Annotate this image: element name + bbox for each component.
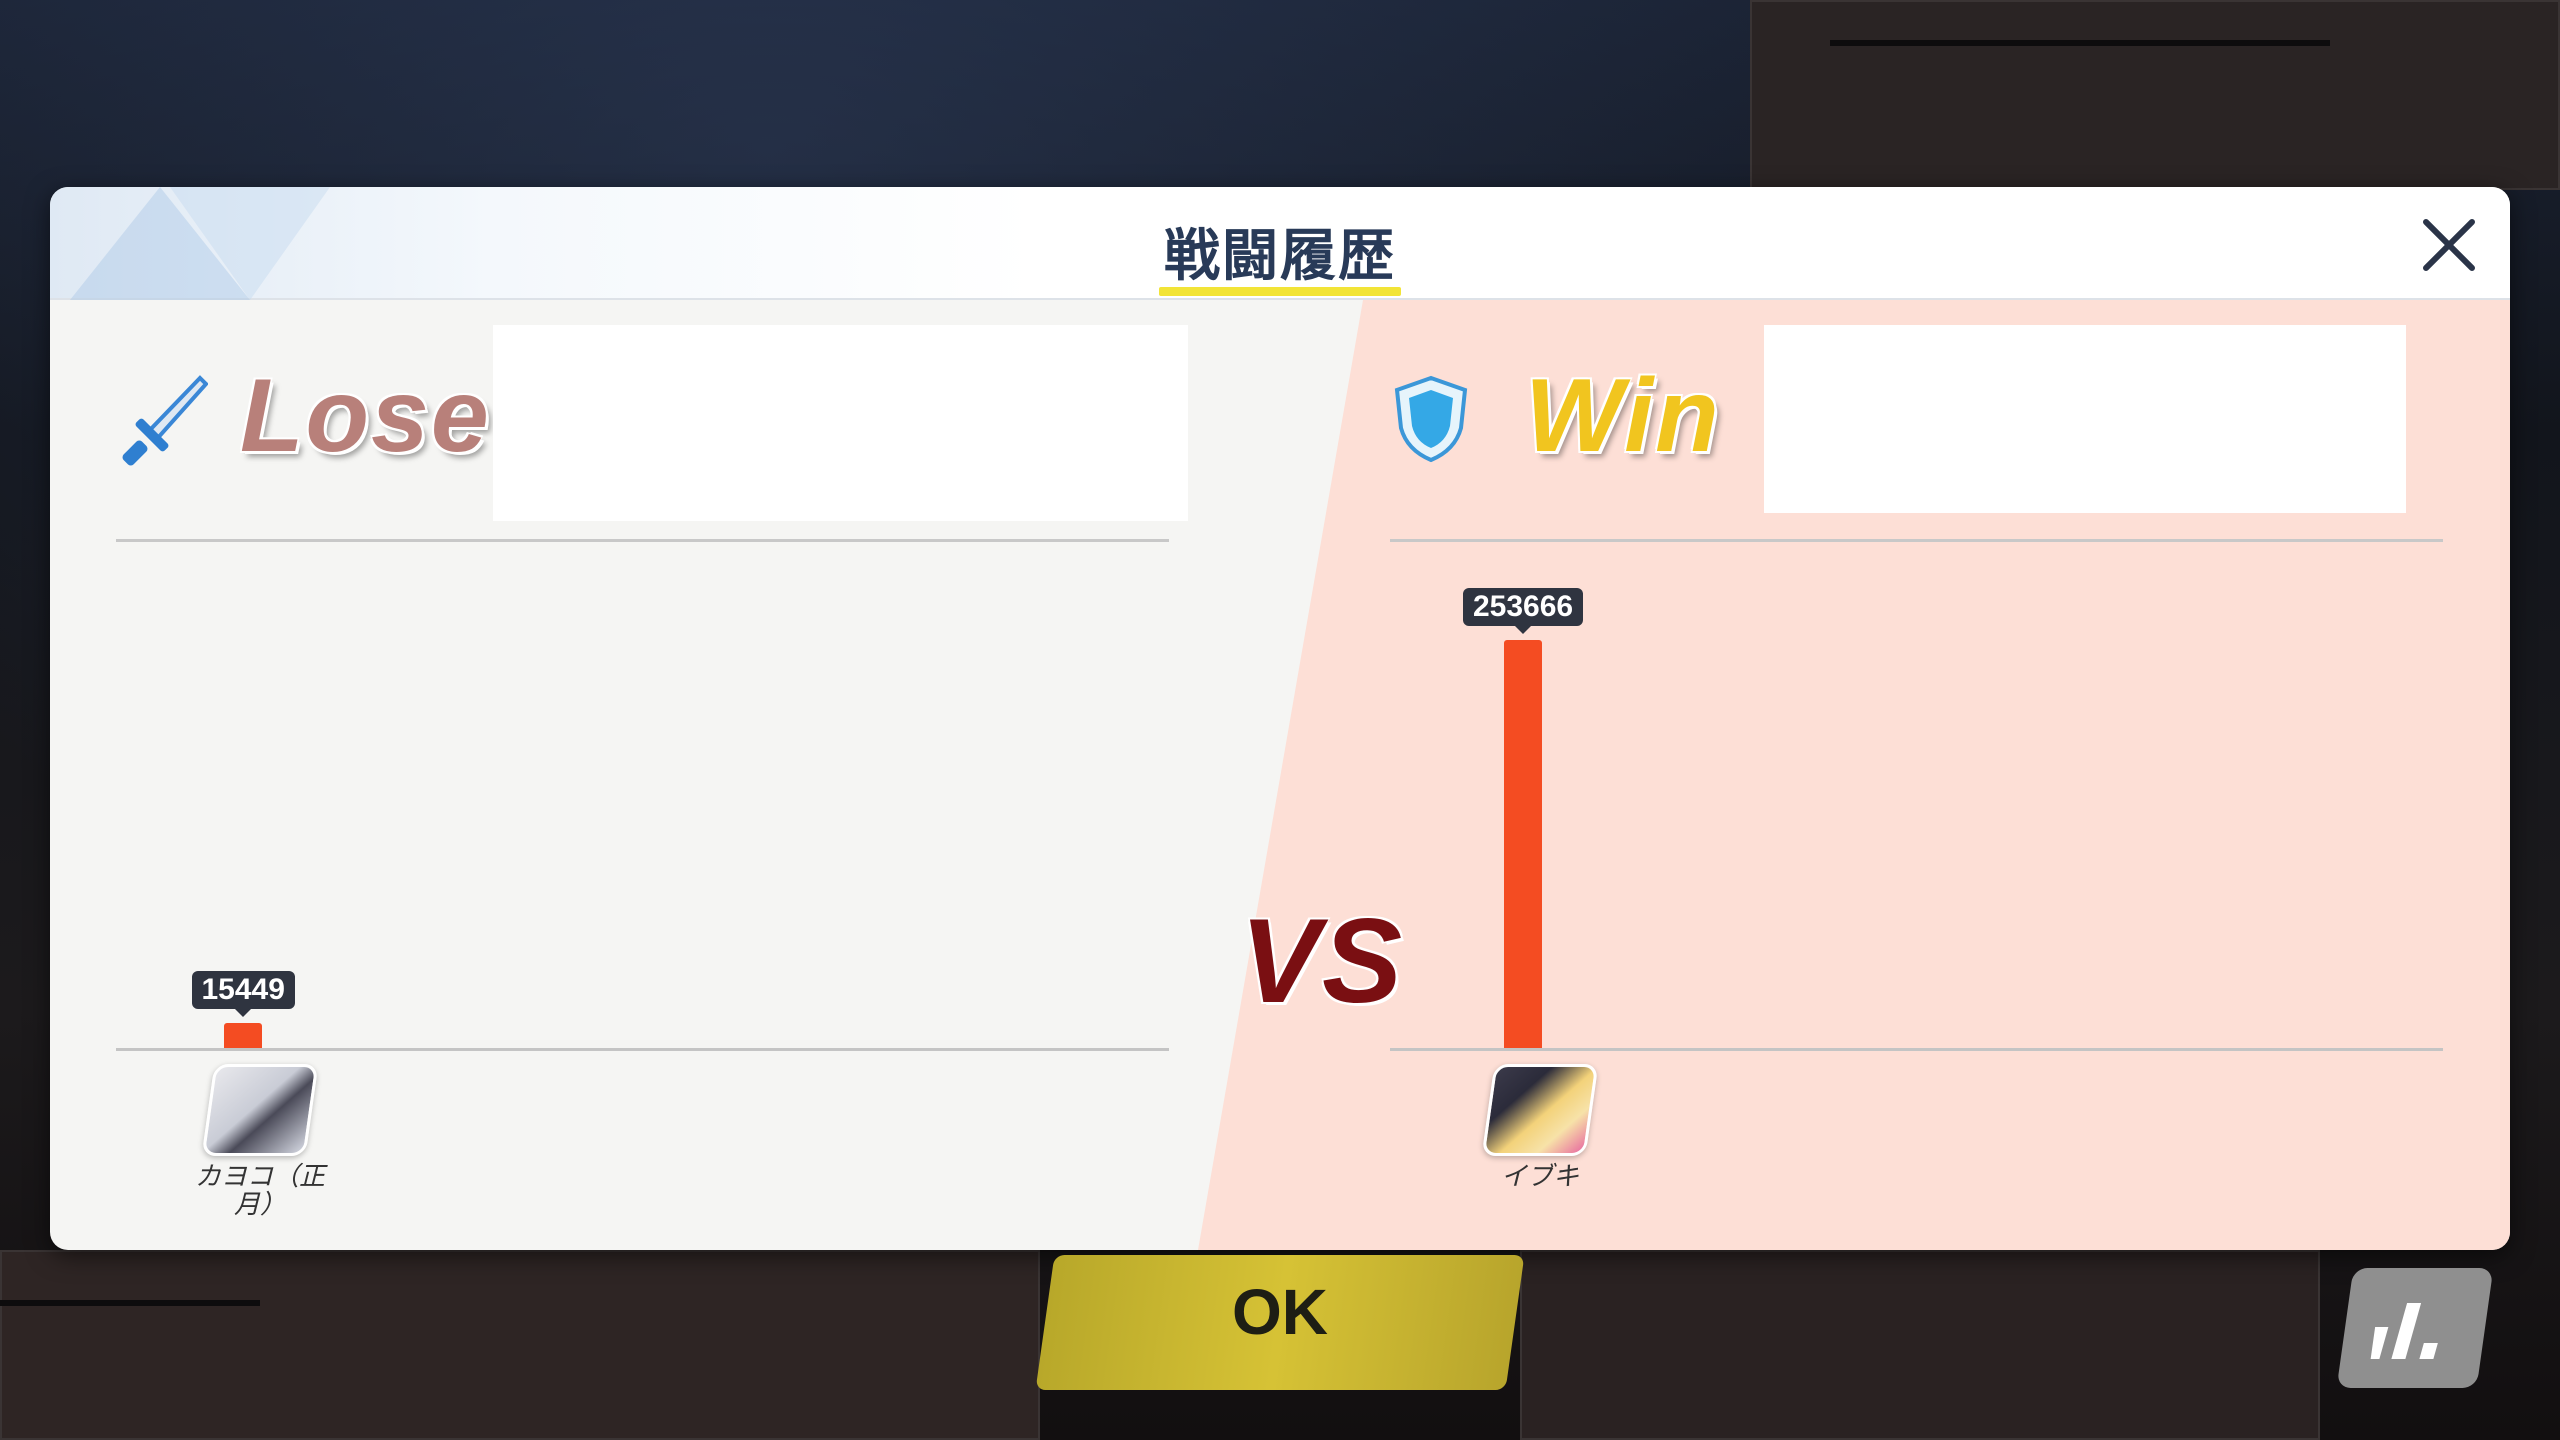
- background-building: [0, 1250, 1040, 1440]
- lose-player-name-box: [493, 325, 1188, 521]
- lose-character-name-line2: 月）: [233, 1189, 286, 1219]
- shield-icon: [1393, 374, 1469, 469]
- bar-chart-icon: [2370, 1303, 2438, 1359]
- vs-label: VS: [1240, 894, 1405, 1028]
- lose-character-name-line1: カヨコ（正: [194, 1161, 325, 1191]
- background-railing: [1830, 40, 2330, 46]
- win-label: Win: [1525, 358, 1721, 474]
- win-player-name-box: [1764, 325, 2406, 513]
- win-chart-baseline: [1390, 1048, 2443, 1051]
- sword-icon: [118, 374, 209, 479]
- stats-button[interactable]: [2336, 1268, 2494, 1388]
- background-building: [1520, 1250, 2320, 1440]
- background-building: [1750, 0, 2560, 190]
- win-damage-bar: [1504, 640, 1542, 1048]
- close-button[interactable]: [2418, 214, 2480, 276]
- win-character-name: イブキ: [1500, 1161, 1579, 1191]
- lose-label: Lose: [240, 358, 491, 474]
- avatar-kayoko[interactable]: [201, 1064, 319, 1156]
- dialog-title: 戦闘履歴: [1164, 224, 1396, 287]
- avatar-ibuki[interactable]: [1481, 1064, 1599, 1156]
- ok-button-label: OK: [1232, 1276, 1328, 1348]
- lose-divider: [116, 539, 1169, 542]
- win-damage-value: 253666: [1463, 588, 1584, 634]
- background-railing: [0, 1300, 260, 1306]
- close-icon: [2423, 219, 2475, 271]
- battle-history-dialog: 戦闘履歴 Lose Win VS 15449 カヨコ（正 月） 253666 イ…: [50, 187, 2510, 1250]
- lose-character-name: カヨコ（正 月）: [180, 1162, 340, 1218]
- lose-damage-bar: [224, 1023, 262, 1048]
- lose-chart-baseline: [116, 1048, 1169, 1051]
- lose-damage-value: 15449: [191, 971, 295, 1017]
- win-divider: [1390, 539, 2443, 542]
- dialog-header: 戦闘履歴: [50, 187, 2510, 300]
- title-underline: [1159, 287, 1401, 296]
